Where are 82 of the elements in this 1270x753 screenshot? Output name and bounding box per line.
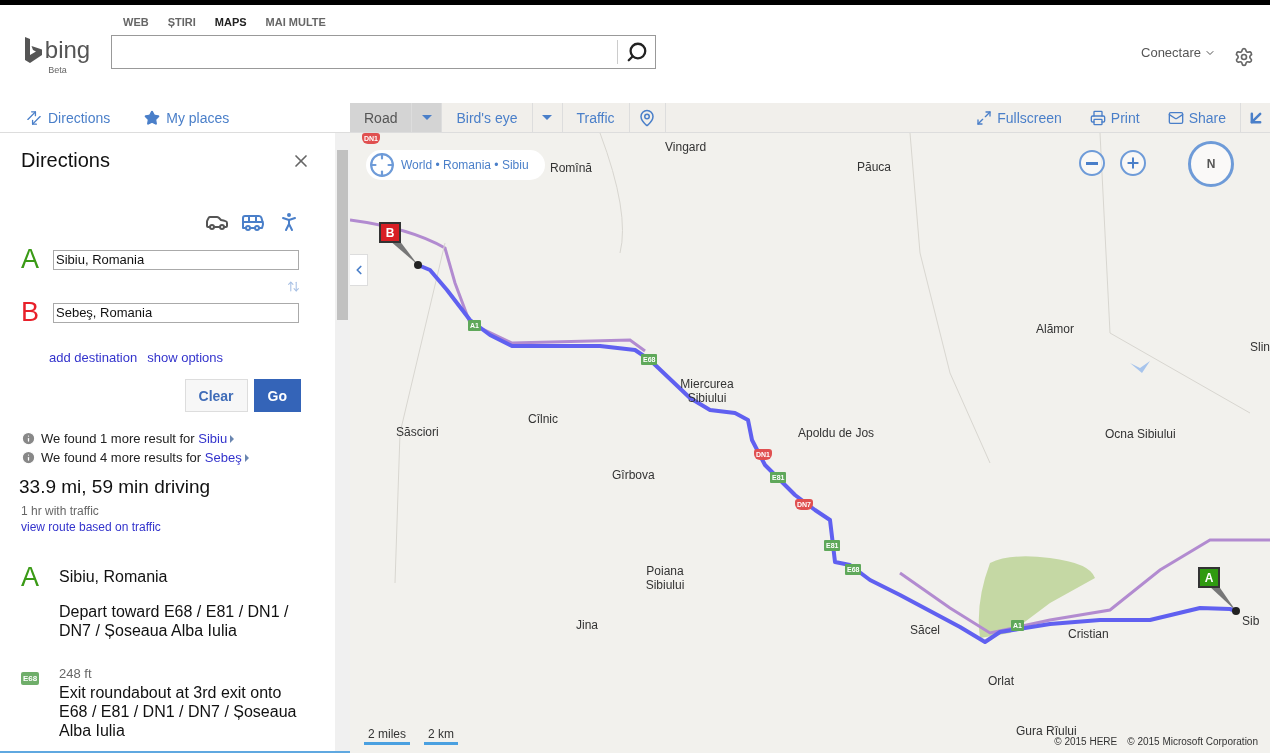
- star-icon: [144, 109, 161, 126]
- locate-icon[interactable]: [369, 152, 395, 178]
- zoom-in-button[interactable]: [1120, 150, 1146, 176]
- place-label: Săcel: [910, 623, 941, 637]
- waypoint-input[interactable]: Sibiu, Romania: [53, 249, 299, 270]
- toolbar-action[interactable]: Print: [1075, 103, 1154, 132]
- logo-text: bing: [44, 36, 91, 64]
- clear-button[interactable]: Clear: [184, 379, 248, 412]
- nav-link[interactable]: ȘTIRI: [167, 16, 196, 35]
- nav-link[interactable]: MAI MULTE: [265, 16, 326, 35]
- traffic-time: 1 hr with traffic: [21, 504, 100, 518]
- scale-bar: 2 miles: [364, 727, 410, 745]
- fullscreen-icon: [976, 109, 993, 126]
- place-label: Gîrbova: [612, 468, 655, 482]
- place-label: Romînă: [550, 161, 593, 175]
- traffic-link[interactable]: view route based on traffic: [21, 520, 335, 534]
- map-view-tab[interactable]: Bird's eye: [442, 103, 533, 132]
- place-label: Poiana Sibiului: [644, 564, 686, 592]
- settings-icon[interactable]: [1234, 47, 1254, 67]
- search-field[interactable]: [111, 35, 656, 69]
- route-marker[interactable]: A: [1198, 567, 1220, 588]
- print-icon: [1089, 109, 1106, 126]
- place-label: Gura Rîului: [1016, 724, 1077, 738]
- copyright-text: © 2015 HERE: [1054, 736, 1118, 747]
- place-label: Jina: [576, 618, 598, 632]
- nav-link[interactable]: WEB: [123, 16, 149, 35]
- map-view-tab[interactable]: Road: [350, 103, 413, 132]
- result-link[interactable]: Sibiu: [198, 431, 228, 446]
- scrollbar[interactable]: [335, 133, 350, 751]
- logo-icon: [24, 37, 42, 63]
- compass-control[interactable]: N: [1188, 141, 1234, 187]
- place-label: Cristian: [1068, 627, 1109, 641]
- route-marker[interactable]: B: [379, 222, 401, 243]
- place-label: Săsciori: [396, 425, 439, 439]
- route-summary: 33.9 mi, 59 min driving: [19, 476, 212, 498]
- waypoint-letter: A: [21, 244, 40, 275]
- map-view-tab[interactable]: Traffic: [562, 103, 630, 132]
- mail-icon: [1167, 109, 1184, 126]
- info-icon: [21, 450, 36, 465]
- step-text: Depart toward E68 / E81 / DN1 / DN7 / Șoseaua Alba Iulia: [59, 602, 290, 640]
- place-label: Vingard: [665, 140, 707, 154]
- place-label: Păuca: [857, 160, 892, 174]
- waypoint-letter: B: [21, 297, 40, 328]
- minus-icon: [1086, 161, 1098, 165]
- nav-link[interactable]: MAPS: [214, 16, 247, 35]
- info-icon: [21, 431, 36, 446]
- panel-title: Directions: [21, 149, 110, 172]
- place-label: Ocna Sibiului: [1105, 427, 1176, 441]
- plus-icon: [1125, 155, 1141, 171]
- panel-link[interactable]: add destination: [49, 350, 138, 365]
- road-shield: E68: [21, 672, 40, 685]
- step-distance: 248 ft: [59, 666, 93, 681]
- place-label: Apoldu de Jos: [798, 426, 875, 440]
- sign-in-link[interactable]: Conectare: [1141, 45, 1216, 60]
- place-label: Alămor: [1036, 322, 1074, 336]
- step-letter: A: [21, 562, 40, 592]
- go-button[interactable]: Go: [253, 379, 301, 412]
- result-link[interactable]: Sebeş: [204, 450, 242, 465]
- sidebar-tab[interactable]: My places: [144, 109, 230, 126]
- zoom-out-button[interactable]: [1079, 150, 1105, 176]
- toolbar-action[interactable]: Fullscreen: [962, 103, 1076, 132]
- step-text: Exit roundabout at 3rd exit onto E68 / E81 / DN1 / DN7 / Șoseaua Alba Iulia: [59, 683, 298, 740]
- place-label: Cîlnic: [528, 412, 558, 426]
- scale-bar: 2 km: [424, 727, 459, 745]
- step-title: Sibiu, Romania: [59, 567, 169, 587]
- copyright-text: © 2015 Microsoft Corporation: [1127, 736, 1258, 747]
- caret-icon: [542, 114, 552, 121]
- map-canvas[interactable]: [350, 133, 1270, 753]
- notice-text: We found 1 more result for Sibiu: [41, 431, 235, 446]
- dropdown-button[interactable]: [412, 103, 443, 132]
- place-label: Slin: [1250, 340, 1270, 354]
- collapse-button[interactable]: [350, 254, 368, 286]
- panel-link[interactable]: show options: [147, 350, 224, 365]
- notice-text: We found 4 more results for Sebeş: [41, 450, 249, 465]
- logo-tag: Beta: [48, 65, 67, 75]
- breadcrumb-text[interactable]: World • Romania • Sibiu: [401, 158, 529, 172]
- place-label: Sib: [1242, 614, 1260, 628]
- waypoint-input[interactable]: Sebeş, Romania: [53, 302, 299, 323]
- caret-icon: [421, 114, 432, 121]
- place-label: Orlat: [988, 674, 1014, 688]
- toolbar-action[interactable]: Share: [1153, 103, 1240, 132]
- sidebar-tab[interactable]: Directions: [26, 109, 111, 126]
